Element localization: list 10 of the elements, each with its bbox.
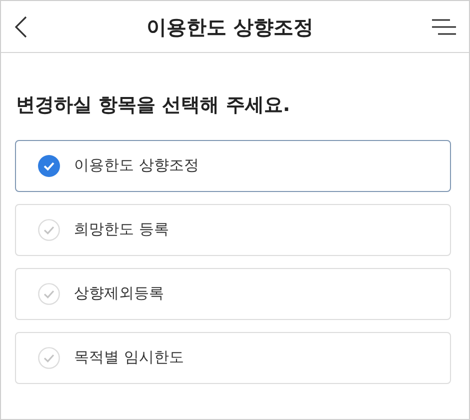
page-title: 이용한도 상향조정 <box>146 14 314 38</box>
option-button[interactable]: 목적별 임시한도 <box>15 332 451 384</box>
option-button[interactable]: 상향제외등록 <box>15 268 451 320</box>
option-button[interactable]: 이용한도 상향조정 <box>15 140 451 192</box>
option-button[interactable]: 희망한도 등록 <box>15 204 451 256</box>
check-icon <box>38 282 60 304</box>
check-icon <box>38 154 60 176</box>
check-icon <box>38 346 60 368</box>
check-icon <box>38 218 60 240</box>
instruction-text: 변경하실 항목을 선택해 주세요. <box>16 93 292 118</box>
